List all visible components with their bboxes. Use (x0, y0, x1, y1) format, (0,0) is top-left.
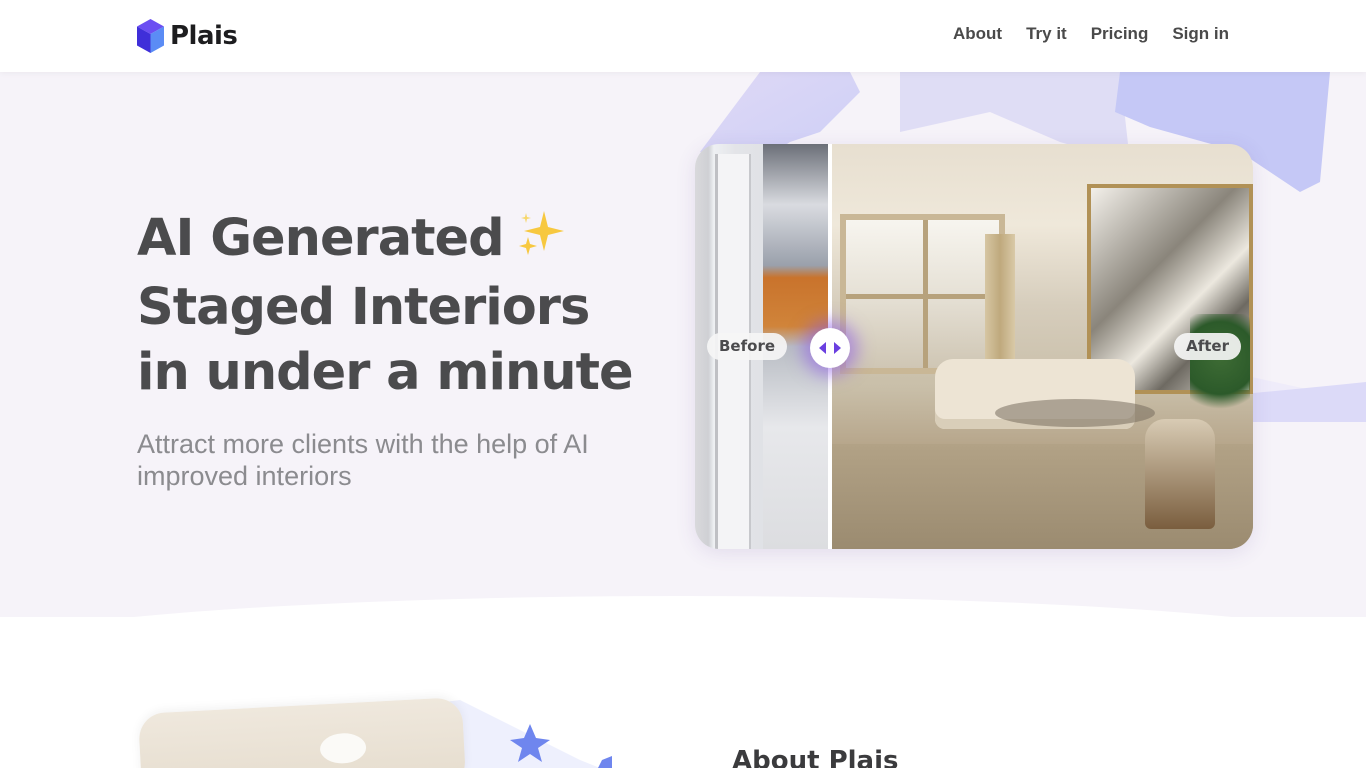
nav-link-about[interactable]: About (953, 24, 1002, 44)
top-nav: Plais About Try it Pricing Sign in (0, 0, 1366, 72)
chevron-left-icon (819, 342, 826, 354)
chevron-right-icon (834, 342, 841, 354)
before-after-viewer[interactable]: Before After (695, 144, 1253, 549)
cube-icon (137, 19, 164, 53)
slider-handle[interactable] (810, 328, 850, 368)
logo[interactable]: Plais (137, 18, 238, 54)
headline-line-1: AI Generated (137, 206, 697, 275)
before-label: Before (707, 333, 788, 360)
nav-link-pricing[interactable]: Pricing (1091, 24, 1149, 44)
nav-link-try-it[interactable]: Try it (1026, 24, 1067, 44)
after-window (840, 214, 1005, 374)
about-image-card (138, 697, 467, 768)
after-coffee-table (995, 399, 1155, 427)
headline-line-3: in under a minute (137, 343, 634, 402)
sparkles-icon (516, 207, 568, 275)
nav-links: About Try it Pricing Sign in (953, 24, 1229, 44)
hero-headline: AI Generated Staged Interiors in under a… (137, 206, 697, 405)
after-label: After (1174, 333, 1241, 360)
after-plant (1190, 314, 1250, 424)
about-title: About Plais (732, 746, 899, 768)
ceiling-lamp (319, 732, 367, 765)
hero-subheadline: Attract more clients with the help of AI… (137, 429, 589, 491)
headline-line-2: Staged Interiors (137, 278, 590, 337)
after-armchair (1145, 419, 1215, 529)
brand-name: Plais (170, 21, 238, 51)
nav-link-sign-in[interactable]: Sign in (1172, 24, 1229, 44)
